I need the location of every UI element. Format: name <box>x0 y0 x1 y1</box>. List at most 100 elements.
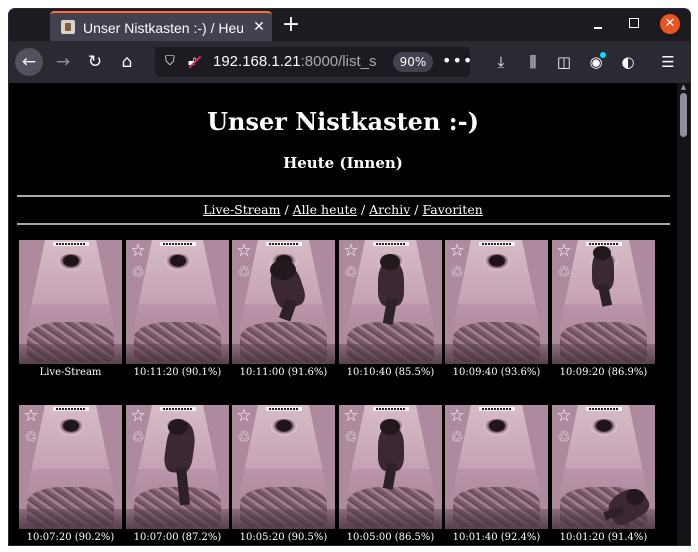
thumbnail-caption: 10:10:40 (85.5%) <box>346 367 435 378</box>
bird-silhouette <box>593 246 611 260</box>
recycle-icon[interactable]: ♲ <box>342 428 360 446</box>
thumbnail-card: ☆ ♲ 10:10:40 (85.5%) <box>339 240 442 390</box>
thumbnail-caption: 10:07:20 (90.2%) <box>26 532 115 543</box>
thumbnail-caption: 10:09:40 (93.6%) <box>452 367 541 378</box>
window-close-button[interactable]: ✕ <box>660 14 680 34</box>
favorite-star-icon[interactable]: ☆ <box>342 407 360 425</box>
sidebar-icon[interactable]: ◫ <box>553 52 575 72</box>
favorite-star-icon[interactable]: ☆ <box>448 242 466 260</box>
recycle-icon[interactable]: ♲ <box>555 428 573 446</box>
recycle-icon[interactable]: ♲ <box>129 428 147 446</box>
account-icon[interactable]: ◉ <box>585 52 607 72</box>
thumbnail-card: ☆ ♲ 10:09:20 (86.9%) <box>552 240 655 390</box>
bird-silhouette <box>380 254 400 270</box>
page-actions-menu-icon[interactable]: ••• <box>442 50 472 72</box>
favorite-star-icon[interactable]: ☆ <box>129 407 147 425</box>
thumbnail-caption: 10:05:20 (90.5%) <box>239 532 328 543</box>
new-tab-button[interactable]: + <box>281 14 301 36</box>
recycle-icon[interactable]: ♲ <box>235 428 253 446</box>
zoom-level-badge[interactable]: 90% <box>393 52 433 72</box>
favorite-star-icon[interactable]: ☆ <box>448 407 466 425</box>
snapshot-image[interactable]: ☆ ♲ <box>339 240 442 364</box>
scroll-up-icon[interactable]: ▲ <box>680 84 687 91</box>
snapshot-image[interactable]: ☆ ♲ <box>126 240 229 364</box>
home-button[interactable]: ⌂ <box>113 48 141 76</box>
camera-timestamp <box>373 242 409 246</box>
nestbox-floor <box>445 509 548 529</box>
thumbnail-card: ☆ ♲ 10:09:40 (93.6%) <box>445 240 548 390</box>
tracking-shield-icon[interactable]: ⛉ <box>165 54 177 69</box>
thumbnail-caption: 10:11:00 (91.6%) <box>239 367 328 378</box>
page-subtitle: Heute (Innen) <box>283 154 403 172</box>
favorite-star-icon[interactable]: ☆ <box>342 242 360 260</box>
link-separator: / <box>360 202 366 217</box>
snapshot-image[interactable]: ☆ ♲ <box>232 240 335 364</box>
maximize-icon[interactable] <box>629 18 639 28</box>
scrollbar-thumb[interactable] <box>680 93 687 137</box>
thumbnail-caption: 10:05:00 (86.5%) <box>346 532 435 543</box>
recycle-icon[interactable]: ♲ <box>22 428 40 446</box>
snapshot-image[interactable]: ☆ ♲ <box>445 240 548 364</box>
nestbox-floor <box>232 344 335 364</box>
recycle-icon[interactable]: ♲ <box>448 263 466 281</box>
favorite-star-icon[interactable]: ☆ <box>555 242 573 260</box>
bird-silhouette <box>626 489 644 505</box>
thumbnail-card: ☆ ♲ 10:05:20 (90.5%) <box>232 405 335 545</box>
link-favoriten[interactable]: Favoriten <box>422 202 482 217</box>
camera-timestamp <box>160 407 196 411</box>
favorite-star-icon[interactable]: ☆ <box>235 407 253 425</box>
snapshot-image[interactable]: ☆ ♲ <box>339 405 442 529</box>
snapshot-image[interactable]: ☆ ♲ <box>552 405 655 529</box>
snapshot-image[interactable]: ☆ ♲ <box>232 405 335 529</box>
nestbox-floor <box>445 344 548 364</box>
url-path: :8000/list_s <box>300 53 377 70</box>
recycle-icon[interactable]: ♲ <box>129 263 147 281</box>
insecure-lock-icon[interactable]: 🔓︎ <box>188 54 202 69</box>
nestbox-floor <box>232 509 335 529</box>
page-nav-links: Live-Stream / Alle heute / Archiv / Favo… <box>9 201 677 219</box>
favorite-star-icon[interactable]: ☆ <box>129 242 147 260</box>
navigation-toolbar: ← → ↻ ⌂ ⛉ 🔓︎ 192.168.1.21:8000/list_s 90… <box>9 41 690 83</box>
snapshot-image[interactable]: ☆ ♲ <box>445 405 548 529</box>
entrance-hole <box>57 254 85 271</box>
recycle-icon[interactable]: ♲ <box>342 263 360 281</box>
entrance-hole <box>57 419 85 436</box>
vertical-scrollbar[interactable]: ▲ <box>677 83 690 545</box>
tab-strip: Unser Nistkasten :-) / Heute ✕ + ✕ <box>9 9 690 41</box>
favorite-star-icon[interactable]: ☆ <box>555 407 573 425</box>
thumbnail-caption: 10:07:00 (87.2%) <box>133 532 222 543</box>
recycle-icon[interactable]: ♲ <box>555 263 573 281</box>
extension-icon[interactable]: ◐ <box>617 52 639 72</box>
camera-timestamp <box>266 407 302 411</box>
reload-button[interactable]: ↻ <box>81 48 109 76</box>
link-separator: / <box>284 202 289 217</box>
snapshot-image[interactable]: ☆ ♲ <box>19 405 122 529</box>
thumbnail-caption: Live-Stream <box>39 367 102 378</box>
link-archiv[interactable]: Archiv <box>369 202 410 217</box>
recycle-icon[interactable]: ♲ <box>448 428 466 446</box>
hamburger-menu-icon[interactable]: ☰ <box>657 52 679 72</box>
back-button[interactable]: ← <box>15 48 43 76</box>
favorite-star-icon[interactable]: ☆ <box>235 242 253 260</box>
url-text[interactable]: 192.168.1.21:8000/list_s <box>213 53 388 71</box>
link-alle-heute[interactable]: Alle heute <box>293 202 357 217</box>
entrance-hole <box>164 254 192 271</box>
library-icon[interactable]: ⫼ <box>522 52 544 72</box>
tab-close-icon[interactable]: ✕ <box>251 19 267 35</box>
camera-timestamp <box>160 242 196 246</box>
link-live-stream[interactable]: Live-Stream <box>203 202 280 217</box>
download-icon[interactable]: ⤓ <box>490 52 512 72</box>
minimize-icon[interactable] <box>593 19 603 31</box>
camera-timestamp <box>266 242 302 246</box>
recycle-icon[interactable]: ♲ <box>235 263 253 281</box>
snapshot-image[interactable]: ☆ ♲ <box>126 405 229 529</box>
thumbnail-card: ☆ ♲ 10:11:00 (91.6%) <box>232 240 335 390</box>
camera-timestamp <box>479 407 515 411</box>
favorite-star-icon[interactable]: ☆ <box>22 407 40 425</box>
live-stream-image[interactable] <box>19 240 122 364</box>
snapshot-image[interactable]: ☆ ♲ <box>552 240 655 364</box>
tab-nistkasten[interactable]: Unser Nistkasten :-) / Heute ✕ <box>50 11 272 41</box>
forward-button[interactable]: → <box>49 48 77 76</box>
nestbox-favicon-icon <box>61 20 75 34</box>
url-bar[interactable]: ⛉ 🔓︎ 192.168.1.21:8000/list_s 90% ••• <box>155 47 472 77</box>
